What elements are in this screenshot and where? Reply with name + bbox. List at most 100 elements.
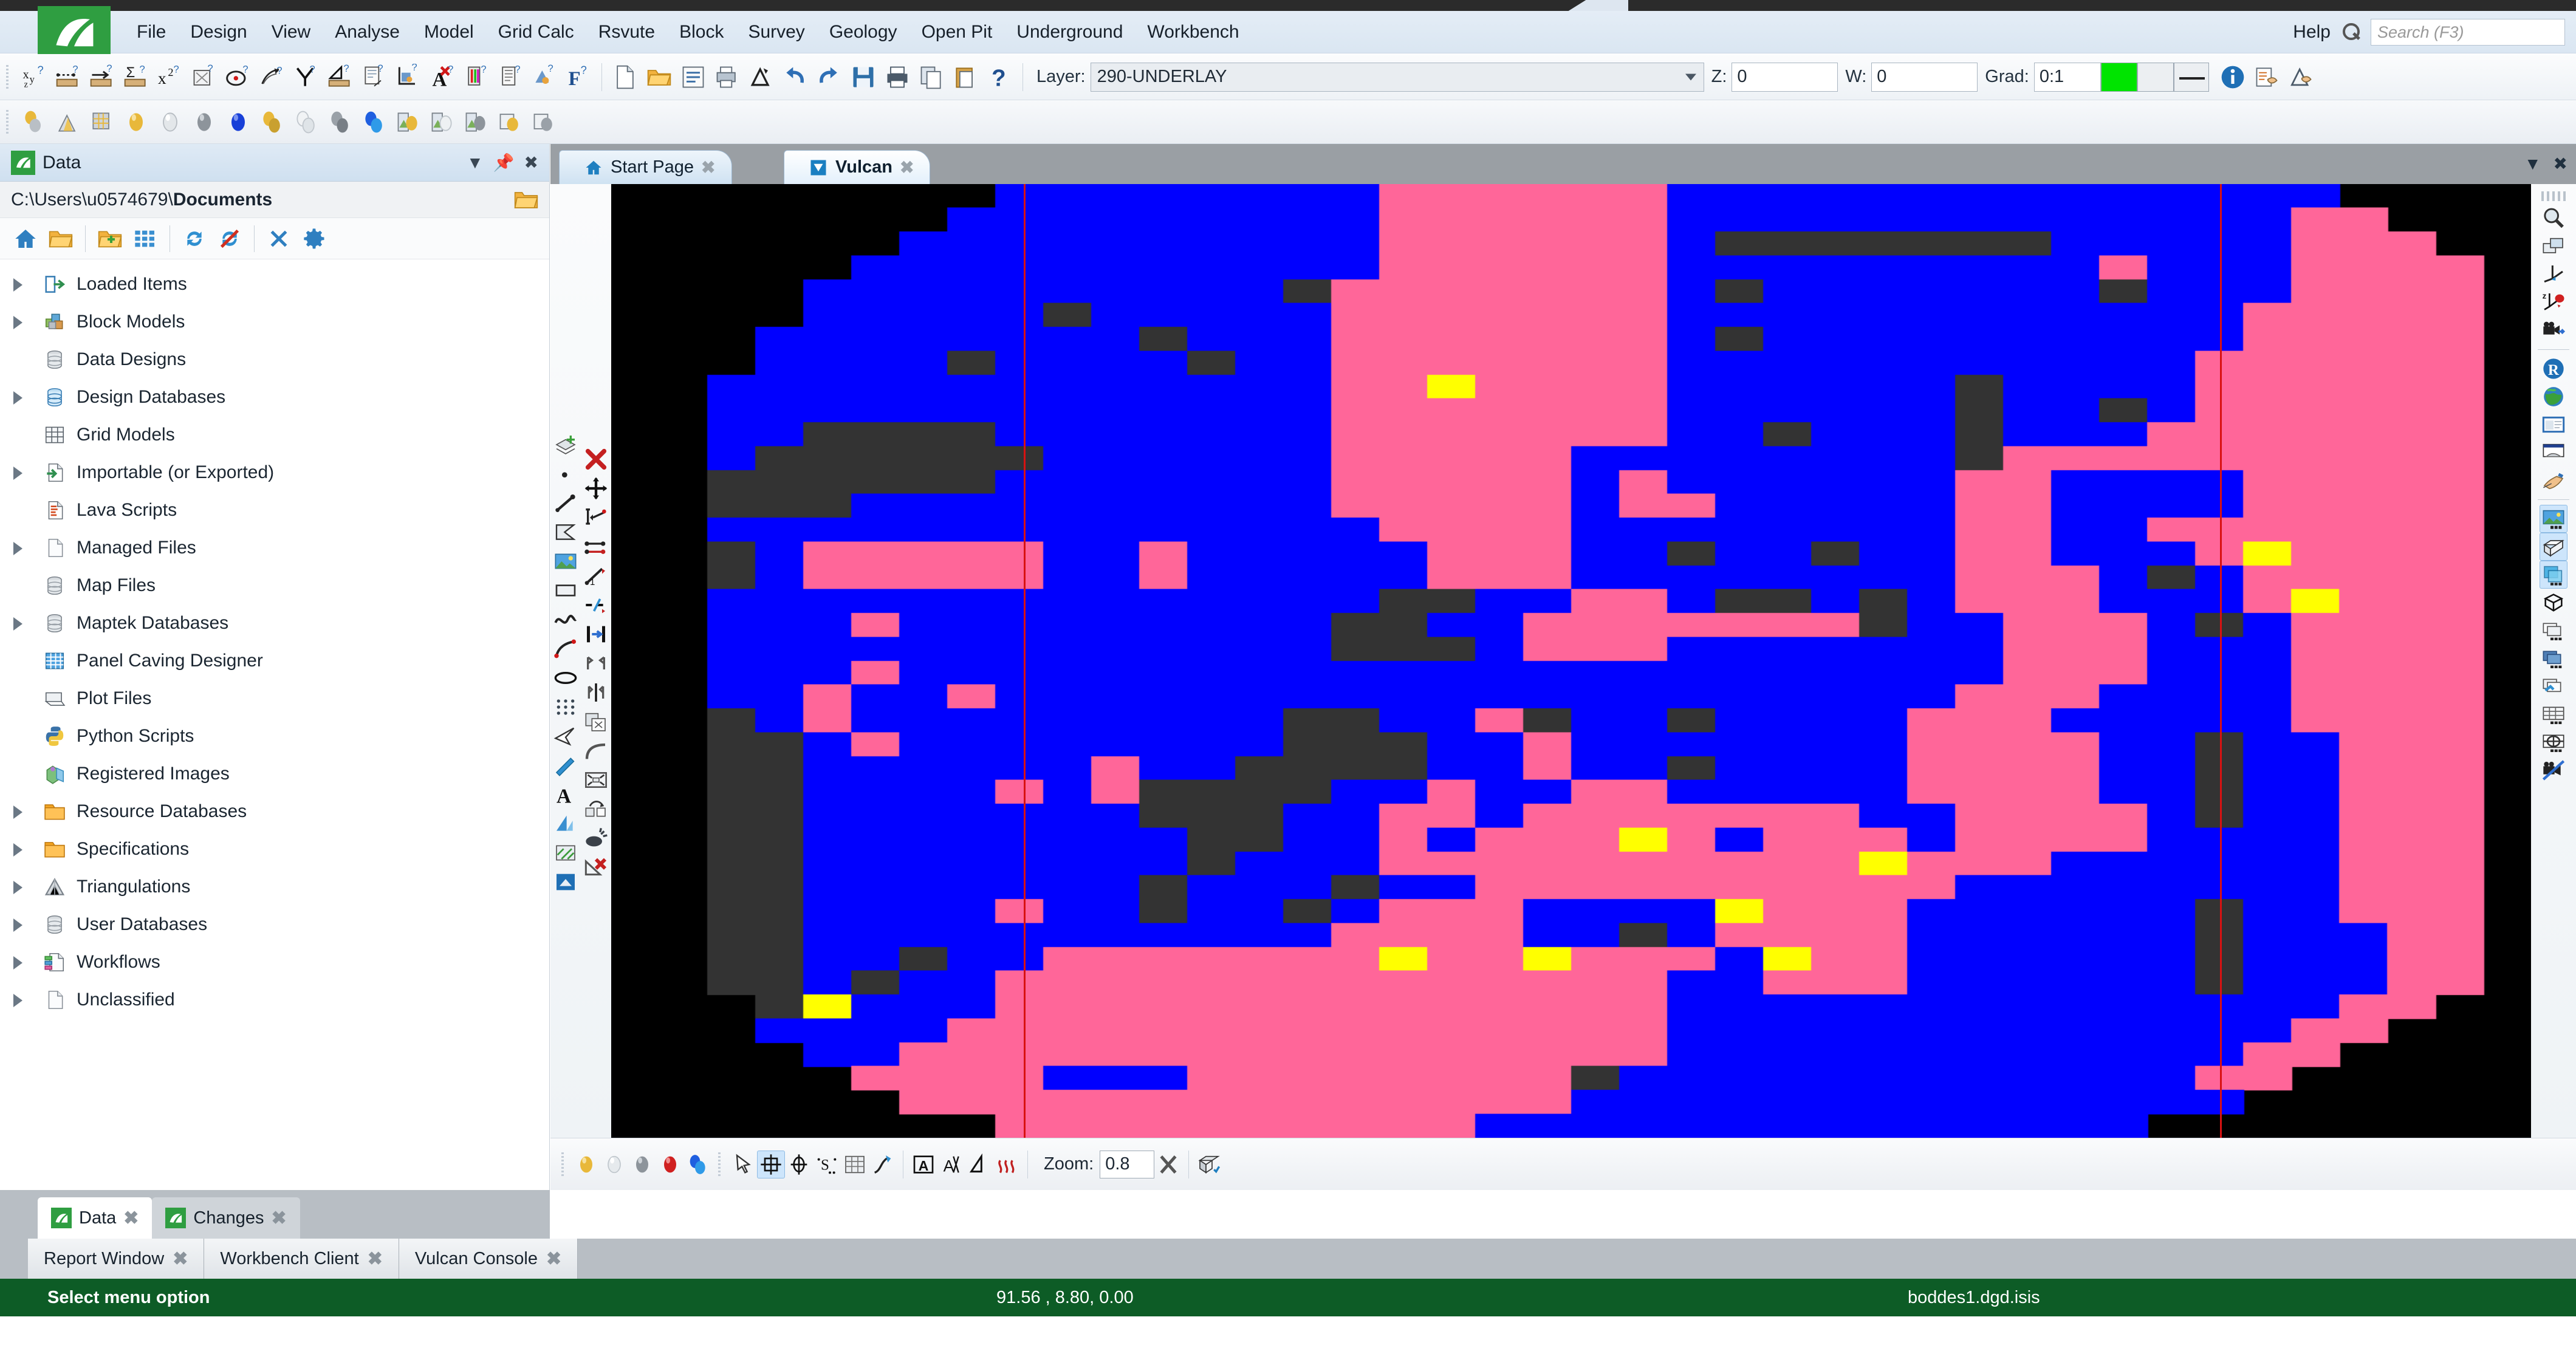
point-icon[interactable] bbox=[552, 460, 580, 488]
gold-section-icon[interactable] bbox=[394, 108, 422, 136]
tree-item-specifications[interactable]: Specifications bbox=[0, 830, 549, 868]
close-icon[interactable]: ✖ bbox=[701, 157, 715, 177]
expand-arrow-icon[interactable] bbox=[11, 615, 27, 631]
expand-arrow-icon[interactable] bbox=[11, 389, 27, 405]
report-icon[interactable]: ? bbox=[496, 63, 524, 91]
legend-edit-icon[interactable]: ? bbox=[530, 63, 558, 91]
zoom-icon[interactable] bbox=[2540, 205, 2567, 233]
window-tab-vulcan-console[interactable]: Vulcan Console ✖ bbox=[399, 1239, 578, 1279]
menu-item-workbench[interactable]: Workbench bbox=[1135, 11, 1251, 53]
explode-icon[interactable] bbox=[582, 824, 610, 852]
layers-blue-icon[interactable] bbox=[2540, 645, 2567, 672]
toolbar-grip-4[interactable] bbox=[717, 1151, 723, 1178]
graphics-viewport[interactable] bbox=[611, 184, 2531, 1138]
zoom-input[interactable]: 0.8 bbox=[1100, 1150, 1155, 1178]
save-icon[interactable] bbox=[849, 63, 877, 91]
extend-icon[interactable] bbox=[582, 620, 610, 648]
dock-tab-changes[interactable]: Changes ✖ bbox=[152, 1197, 300, 1239]
point-query-icon[interactable]: ? bbox=[224, 63, 252, 91]
search-icon[interactable] bbox=[2340, 22, 2361, 43]
xyz-label-icon[interactable]: x y z? bbox=[20, 63, 48, 91]
dimension-icon[interactable]: A bbox=[937, 1151, 965, 1178]
close-icon[interactable]: ✖ bbox=[173, 1248, 188, 1270]
camera-off-icon[interactable] bbox=[2540, 756, 2567, 784]
scale-icon[interactable] bbox=[582, 766, 610, 794]
tab-start-page[interactable]: Start Page ✖ bbox=[559, 150, 732, 184]
layers-edit-icon[interactable] bbox=[2540, 672, 2567, 700]
white-section-icon[interactable] bbox=[428, 108, 456, 136]
new-file-icon[interactable] bbox=[611, 63, 639, 91]
layout-icon[interactable] bbox=[2540, 411, 2567, 439]
split-icon[interactable] bbox=[582, 679, 610, 706]
menu-item-analyse[interactable]: Analyse bbox=[323, 11, 412, 53]
section-display-icon[interactable] bbox=[2540, 728, 2567, 756]
text-icon[interactable]: A bbox=[552, 781, 580, 809]
grid-view-icon[interactable] bbox=[129, 223, 161, 255]
tree-item-grid-models[interactable]: Grid Models bbox=[0, 416, 549, 454]
tree-item-importable-or-exported[interactable]: Importable (or Exported) bbox=[0, 454, 549, 491]
settings-gear-icon[interactable] bbox=[298, 223, 330, 255]
delete-text-icon[interactable]: A? bbox=[428, 63, 456, 91]
add-layer-icon[interactable] bbox=[552, 431, 580, 459]
tree-item-workflows[interactable]: Workflows bbox=[0, 943, 549, 981]
expand-arrow-icon[interactable] bbox=[11, 841, 27, 857]
menu-item-open-pit[interactable]: Open Pit bbox=[909, 11, 1005, 53]
open-folder-icon[interactable] bbox=[45, 223, 77, 255]
triangle-measure-icon[interactable]: ? bbox=[326, 63, 354, 91]
open-folder-icon[interactable] bbox=[645, 63, 673, 91]
image-display-icon[interactable] bbox=[2540, 505, 2567, 533]
close-icon[interactable]: ✖ bbox=[368, 1248, 383, 1270]
grey-sphere-icon[interactable] bbox=[628, 1151, 656, 1178]
triangulation-icon[interactable] bbox=[54, 108, 82, 136]
distance-measure-icon[interactable]: ? bbox=[54, 63, 82, 91]
gold-copy-icon[interactable] bbox=[496, 108, 524, 136]
expand-arrow-icon[interactable] bbox=[11, 879, 27, 895]
dock-tab-data[interactable]: Data ✖ bbox=[38, 1197, 152, 1239]
expand-arrow-icon[interactable] bbox=[11, 804, 27, 819]
wireframe-icon[interactable] bbox=[2540, 589, 2567, 617]
print-icon[interactable] bbox=[883, 63, 911, 91]
close-icon[interactable]: ✖ bbox=[524, 152, 538, 173]
contour-icon[interactable] bbox=[993, 1151, 1021, 1178]
blue-spheres-icon[interactable] bbox=[360, 108, 388, 136]
edit-properties-icon[interactable] bbox=[2287, 63, 2315, 91]
gold-sphere-icon[interactable] bbox=[122, 108, 150, 136]
delete-triangle-icon[interactable] bbox=[582, 853, 610, 881]
copy-object-icon[interactable] bbox=[582, 708, 610, 736]
x-squared-icon[interactable]: x 2? bbox=[156, 63, 184, 91]
image-icon[interactable] bbox=[552, 547, 580, 575]
crosshair-grid-icon[interactable] bbox=[757, 1150, 785, 1178]
pen-snap-icon[interactable] bbox=[869, 1151, 897, 1178]
arc-icon[interactable] bbox=[552, 635, 580, 663]
expand-arrow-icon[interactable] bbox=[11, 992, 27, 1008]
window-tab-report-window[interactable]: Report Window ✖ bbox=[28, 1239, 205, 1279]
expand-arrow-icon[interactable] bbox=[11, 276, 27, 292]
layer-combobox[interactable]: 290-UNDERLAY bbox=[1090, 62, 1704, 92]
window-zoom-icon[interactable] bbox=[2540, 233, 2567, 261]
menu-item-survey[interactable]: Survey bbox=[736, 11, 817, 53]
w-input[interactable]: 0 bbox=[1871, 62, 1978, 92]
print-preview-icon[interactable] bbox=[713, 63, 741, 91]
close-icon[interactable]: ✖ bbox=[272, 1208, 287, 1229]
formula-icon[interactable]: F? bbox=[564, 63, 592, 91]
cursor-arrow-icon[interactable] bbox=[729, 1151, 757, 1178]
reset-view-icon[interactable]: R bbox=[2540, 355, 2567, 383]
new-folder-icon[interactable] bbox=[94, 223, 126, 255]
expand-arrow-icon[interactable] bbox=[11, 917, 27, 932]
copy-icon[interactable] bbox=[917, 63, 945, 91]
angle-icon[interactable] bbox=[965, 1151, 993, 1178]
grey-copy-icon[interactable] bbox=[530, 108, 558, 136]
expand-arrow-icon[interactable] bbox=[11, 954, 27, 970]
refresh-icon[interactable] bbox=[179, 223, 210, 255]
menu-item-geology[interactable]: Geology bbox=[817, 11, 909, 53]
offset-icon[interactable]: 1 bbox=[582, 562, 610, 590]
section-box-icon[interactable] bbox=[1195, 1151, 1223, 1178]
tree-item-lava-scripts[interactable]: Lava Scripts bbox=[0, 491, 549, 529]
info-icon[interactable] bbox=[2219, 63, 2247, 91]
globe-icon[interactable] bbox=[2540, 383, 2567, 411]
mirror-icon[interactable] bbox=[582, 649, 610, 677]
tree-item-triangulations[interactable]: Triangulations bbox=[0, 868, 549, 906]
surface-query-icon[interactable]: ? bbox=[258, 63, 286, 91]
collapse-icon[interactable] bbox=[263, 223, 295, 255]
gold-spheres-icon[interactable] bbox=[258, 108, 286, 136]
